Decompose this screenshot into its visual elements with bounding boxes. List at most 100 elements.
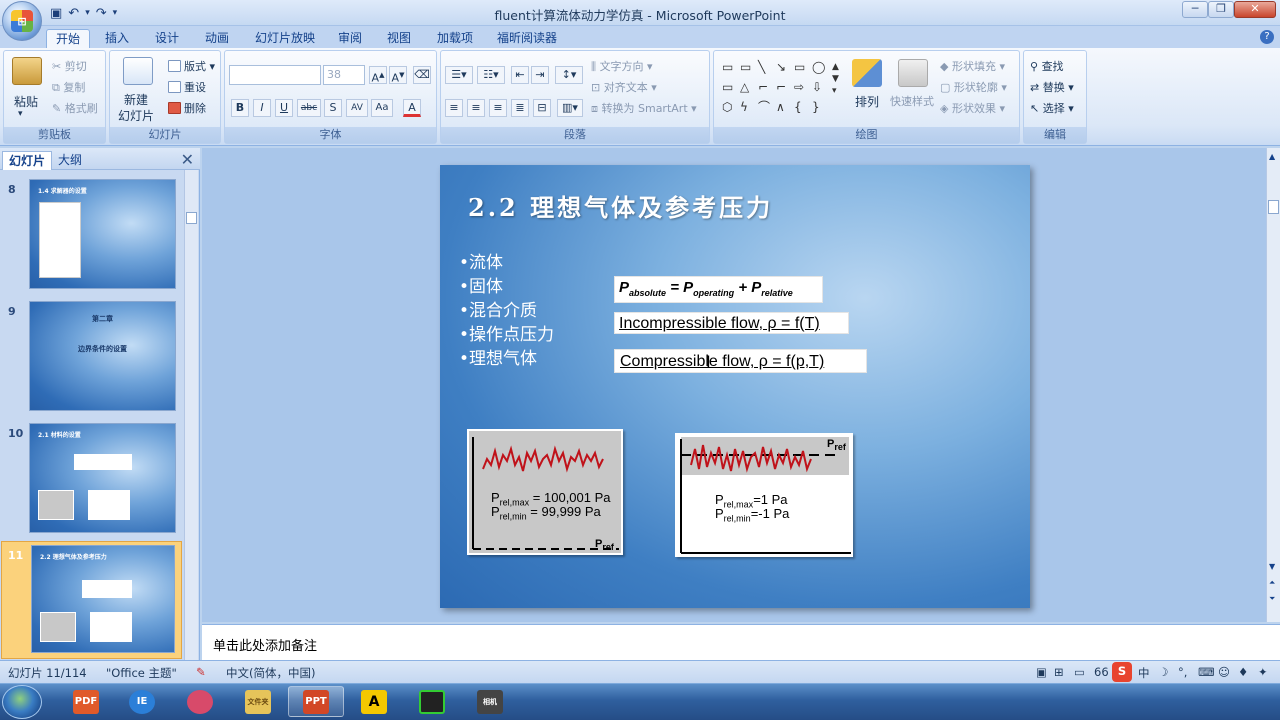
tab-home[interactable]: 开始 [46,29,91,48]
delete-button[interactable]: 删除 [168,100,206,116]
shape-triangle-icon[interactable]: △ [740,81,749,93]
start-button[interactable] [2,685,42,719]
layout-button[interactable]: 版式 ▾ [168,58,215,74]
font-color-button[interactable]: A [403,99,421,117]
shape-curve-icon[interactable]: ∧ [776,101,785,113]
taskbar-camera[interactable]: 相机 [462,686,518,717]
ime-tools-icon[interactable]: ✦ [1258,665,1268,679]
panel-close-icon[interactable]: ✕ [181,150,194,169]
align-center-button[interactable]: ≡ [467,99,485,117]
arrange-button[interactable]: 排列 [855,93,879,110]
smartart-button[interactable]: ⧈ 转换为 SmartArt ▾ [591,100,697,116]
shape-arrow-icon[interactable]: ↘ [776,61,786,73]
shape-effects-button[interactable]: ◈ 形状效果 ▾ [940,100,1005,116]
taskbar-foxit-pdf[interactable]: PDF [58,686,114,717]
text-direction-button[interactable]: ⫼ 文字方向 ▾ [591,58,653,74]
zoom-level[interactable]: 66 [1094,665,1109,679]
tab-animation[interactable]: 动画 [196,29,238,48]
bullet-item[interactable]: •固体 [459,272,503,297]
bullet-item[interactable]: •操作点压力 [459,320,554,345]
tab-slides[interactable]: 幻灯片 [2,151,53,170]
ime-keyboard-icon[interactable]: ⌨ [1198,665,1215,679]
columns-button[interactable]: ▥▾ [557,99,583,117]
incompressible-formula[interactable]: Incompressible flow, ρ = f(T) [614,312,849,334]
canvas-scrollbar[interactable]: ▲ ▼ ⏶ ⏷ [1266,148,1280,622]
taskbar-app-a[interactable]: A [346,686,402,717]
change-case-button[interactable]: Aa [371,99,393,117]
help-icon[interactable]: ? [1260,30,1274,44]
panel-scrollbar[interactable] [184,170,198,660]
paste-button[interactable]: 粘贴 [14,93,38,110]
copy-button[interactable]: ⧉ 复制 [52,79,85,95]
distribute-button[interactable]: ⊟ [533,99,551,117]
shape-downarrow-icon[interactable]: ⇩ [812,81,822,93]
notes-placeholder[interactable]: 单击此处添加备注 [213,635,317,654]
new-slide-button-line2[interactable]: 幻灯片 [118,107,154,124]
grow-font-button[interactable]: A▲ [369,66,387,85]
bold-button[interactable]: B [231,99,249,117]
line-spacing-button[interactable]: ↕▾ [555,66,583,84]
normal-view-icon[interactable]: ▣ [1036,665,1047,679]
taskbar-powerpoint[interactable]: PPT [288,686,344,717]
font-size-combo[interactable]: 38 [323,65,365,85]
ime-punct-icon[interactable]: °, [1178,665,1187,679]
char-spacing-button[interactable]: AV [346,99,368,117]
tab-addins[interactable]: 加载项 [428,29,482,48]
ime-sogou-icon[interactable]: S [1112,662,1132,682]
justify-button[interactable]: ≣ [511,99,529,117]
shape-elbow-icon[interactable]: ⌐ [758,81,768,93]
scroll-thumb[interactable] [1268,200,1279,214]
spellcheck-icon[interactable]: ✎ [196,665,206,679]
shape-rect-icon[interactable]: ▭ [794,61,805,73]
format-painter-button[interactable]: ✎ 格式刷 [52,100,98,116]
scroll-thumb[interactable] [186,212,197,224]
shape-textbox-icon[interactable]: ▭ [722,61,733,73]
shape-rightarrow-icon[interactable]: ⇨ [794,81,804,93]
arrange-icon[interactable] [852,59,882,87]
shape-outline-button[interactable]: ▢ 形状轮廓 ▾ [940,79,1007,95]
sorter-view-icon[interactable]: ⊞ [1054,665,1064,679]
tab-insert[interactable]: 插入 [96,29,138,48]
ime-user-icon[interactable]: ☺ [1218,665,1230,679]
slide-title[interactable]: 2.2 理想气体及参考压力 [468,188,773,223]
ime-chinese-icon[interactable]: 中 [1138,665,1150,681]
scroll-up-arrow-icon[interactable]: ▲ [1269,152,1275,161]
increase-indent-button[interactable]: ⇥ [531,66,549,84]
new-slide-icon[interactable] [123,57,153,85]
bullets-button[interactable]: ☰▾ [445,66,473,84]
tab-slideshow[interactable]: 幻灯片放映 [246,29,324,48]
shrink-font-button[interactable]: A▼ [389,66,407,85]
find-button[interactable]: ⚲ 查找 [1030,58,1064,74]
align-text-button[interactable]: ⊡ 对齐文本 ▾ [591,79,657,95]
taskbar-capture[interactable] [404,686,460,717]
shape-vtextbox-icon[interactable]: ▭ [740,61,751,73]
align-left-button[interactable]: ≡ [445,99,463,117]
pressure-plot-absolute[interactable]: Prel,max = 100,001 Pa Prel,min = 99,999 … [467,429,623,555]
bullet-item[interactable]: •混合介质 [459,296,537,321]
replace-button[interactable]: ⇄ 替换 ▾ [1030,79,1074,95]
reset-button[interactable]: 重设 [168,79,206,95]
decrease-indent-button[interactable]: ⇤ [511,66,529,84]
cut-button[interactable]: ✂ 剪切 [52,58,87,74]
scroll-down-arrow-icon[interactable]: ▼ [1269,562,1275,571]
shape-brace2-icon[interactable]: } [812,101,820,113]
bullet-item[interactable]: •理想气体 [459,344,537,369]
pressure-plot-relative[interactable]: Pref Prel,max=1 Pa Prel,min=-1 Pa [675,433,853,557]
numbering-button[interactable]: ☷▾ [477,66,505,84]
absolute-pressure-formula[interactable]: Pabsolute = Poperating + Prelative [614,276,823,303]
shape-brace-icon[interactable]: { [794,101,802,113]
shape-oval-icon[interactable]: ◯ [812,61,825,73]
italic-button[interactable]: I [253,99,271,117]
taskbar-paint[interactable] [172,686,228,717]
paste-dropdown-icon[interactable]: ▾ [18,109,23,119]
office-button[interactable]: ⊞ [2,1,42,41]
notes-pane[interactable] [202,624,1280,660]
prev-slide-icon[interactable]: ⏶ [1269,578,1275,588]
tab-design[interactable]: 设计 [146,29,188,48]
shape-fill-button[interactable]: ◆ 形状填充 ▾ [940,58,1005,74]
close-button[interactable]: ✕ [1234,1,1276,18]
shape-rect2-icon[interactable]: ▭ [722,81,733,93]
quick-styles-button[interactable]: 快速样式 [890,93,934,109]
new-slide-button[interactable]: 新建 [124,91,148,108]
taskbar-ie[interactable]: IE [114,686,170,717]
